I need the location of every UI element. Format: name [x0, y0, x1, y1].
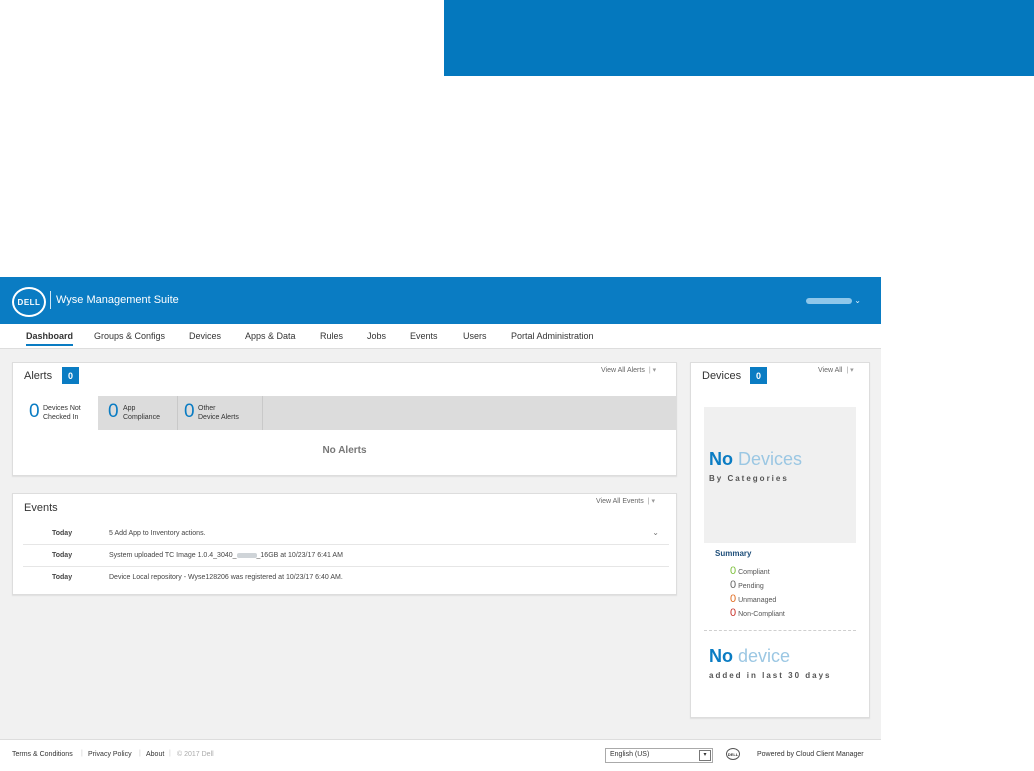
alerts-card: Alerts 0 View All Alerts | ▾ 0 Devices No…: [12, 362, 677, 476]
alert-count: 0: [29, 401, 40, 422]
tab-devices[interactable]: Devices: [189, 331, 221, 341]
footer-separator: |: [139, 750, 141, 757]
language-select[interactable]: English (US) ▾: [605, 748, 713, 763]
summary-title: Summary: [715, 549, 752, 558]
chevron-down-icon: ▾: [699, 750, 711, 761]
footer-separator: |: [81, 750, 83, 757]
about-link[interactable]: About: [146, 751, 164, 758]
alerts-count-badge: 0: [62, 367, 79, 384]
view-all-alerts-label: View All Alerts: [601, 367, 645, 374]
terms-link[interactable]: Terms & Conditions: [12, 751, 73, 758]
event-row[interactable]: Today System uploaded TC Image 1.0.4_304…: [23, 544, 669, 567]
event-time: Today: [52, 552, 73, 559]
event-row[interactable]: Today 5 Add App to Inventory actions. ⌄: [23, 522, 669, 545]
no-device-heading: No device: [709, 646, 791, 666]
alert-tab-app-compliance[interactable]: 0 App Compliance: [98, 396, 178, 430]
divider: [704, 630, 856, 631]
view-all-devices-label: View All: [818, 367, 843, 374]
redacted-user-email: [806, 297, 853, 304]
tab-dashboard[interactable]: Dashboard: [26, 331, 74, 346]
event-description: 5 Add App to Inventory actions.: [109, 530, 206, 537]
alert-count: 0: [184, 401, 195, 422]
chevron-down-icon[interactable]: ⌄: [652, 528, 659, 537]
user-menu[interactable]: ⌄: [806, 296, 861, 305]
copyright-text: © 2017 Dell: [177, 751, 214, 758]
footer: Terms & Conditions | Privacy Policy | Ab…: [0, 739, 881, 771]
dell-logo[interactable]: DELL: [12, 287, 46, 317]
view-all-devices-link[interactable]: View All | ▾: [818, 366, 854, 374]
caret-down-icon: | ▾: [648, 367, 657, 374]
tab-apps-data[interactable]: Apps & Data: [245, 331, 296, 341]
event-time: Today: [52, 530, 73, 537]
no-alerts-message: No Alerts: [322, 445, 367, 456]
redacted-text: [236, 552, 257, 558]
summary-compliant[interactable]: 0 Compliant: [730, 565, 770, 577]
dell-logo-text: DELL: [17, 297, 41, 307]
alert-count: 0: [108, 401, 119, 422]
added-last-30-days-label: added in last 30 days: [709, 671, 832, 680]
footer-separator: |: [169, 750, 171, 757]
view-all-events-link[interactable]: View All Events | ▾: [596, 497, 655, 505]
tab-users[interactable]: Users: [463, 331, 487, 341]
alert-label: App Compliance: [123, 405, 160, 421]
alert-tab-other-device-alerts[interactable]: 0 Other Device Alerts: [178, 396, 263, 430]
event-row[interactable]: Today Device Local repository - Wyse1282…: [23, 566, 669, 588]
summary-unmanaged[interactable]: 0 Unmanaged: [730, 593, 776, 605]
tab-groups-configs[interactable]: Groups & Configs: [94, 331, 165, 341]
view-all-events-label: View All Events: [596, 498, 644, 505]
powered-by-text: Powered by Cloud Client Manager: [757, 751, 864, 758]
summary-pending[interactable]: 0 Pending: [730, 579, 764, 591]
events-card: Events View All Events | ▾ Today 5 Add Ap…: [12, 493, 677, 595]
devices-count-badge: 0: [750, 367, 767, 384]
tab-portal-administration[interactable]: Portal Administration: [511, 331, 594, 341]
app-window: DELL Wyse Management Suite ⌄ Dashboard G…: [0, 277, 881, 771]
chevron-down-icon: ⌄: [854, 296, 861, 305]
view-all-alerts-link[interactable]: View All Alerts | ▾: [601, 366, 656, 374]
header-divider: [50, 291, 51, 309]
alerts-title: Alerts: [24, 370, 53, 382]
devices-card: Devices 0 View All | ▾ No Devices By Cate…: [690, 362, 870, 718]
devices-title: Devices: [702, 370, 742, 382]
events-title: Events: [24, 502, 58, 514]
summary-non-compliant[interactable]: 0 Non-Compliant: [730, 607, 785, 619]
dell-footer-logo: DELL: [726, 748, 740, 760]
main-nav: Dashboard Groups & Configs Devices Apps …: [0, 324, 881, 349]
top-blue-banner: [444, 0, 1034, 76]
tab-jobs[interactable]: Jobs: [367, 331, 386, 341]
event-description: System uploaded TC Image 1.0.4_3040_ _16G…: [109, 552, 343, 559]
alert-label: Other Device Alerts: [198, 405, 239, 421]
event-time: Today: [52, 574, 73, 581]
by-categories-label: By Categories: [709, 474, 789, 483]
caret-down-icon: | ▾: [846, 367, 854, 374]
tab-events[interactable]: Events: [410, 331, 438, 341]
app-title: Wyse Management Suite: [56, 294, 179, 306]
event-description: Device Local repository - Wyse128206 was…: [109, 574, 343, 581]
alerts-tabs: 0 Devices Not Checked In 0 App Compliance …: [23, 396, 676, 430]
caret-down-icon: | ▾: [647, 498, 656, 505]
no-devices-heading: No Devices: [709, 449, 803, 469]
language-value: English (US): [610, 751, 650, 758]
tab-rules[interactable]: Rules: [320, 331, 343, 341]
alert-tab-devices-not-checked-in[interactable]: 0 Devices Not Checked In: [23, 396, 99, 430]
app-header: DELL Wyse Management Suite ⌄: [0, 277, 881, 324]
alert-label: Devices Not Checked In: [43, 405, 81, 421]
privacy-link[interactable]: Privacy Policy: [88, 751, 132, 758]
